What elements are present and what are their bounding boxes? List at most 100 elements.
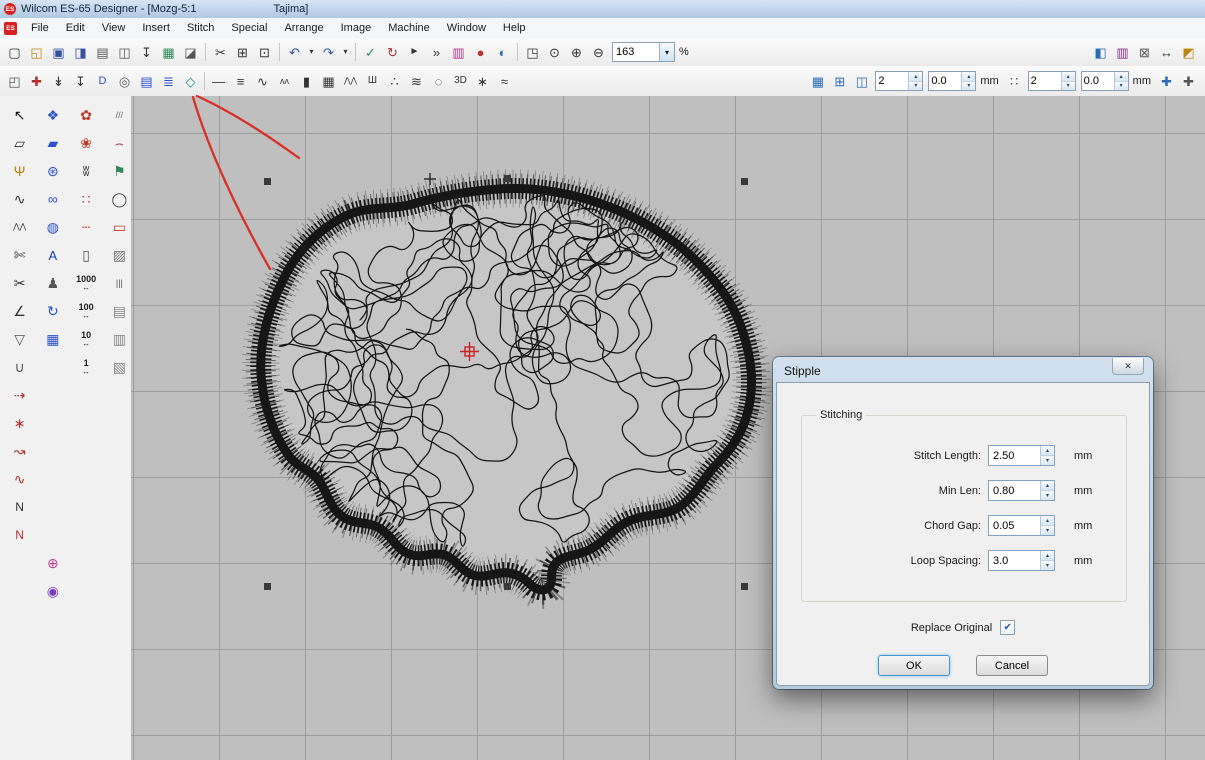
wave-run-tool[interactable]: ∿	[4, 466, 35, 492]
motif-run-stitch-icon[interactable]: ʌʌ	[274, 71, 295, 91]
menu-item-image[interactable]: Image	[333, 19, 380, 37]
contour-stitch-icon[interactable]: ≋	[406, 71, 427, 91]
cancel-button[interactable]: Cancel	[976, 655, 1048, 676]
background-color-icon[interactable]: ◐	[492, 42, 513, 62]
knife-tool[interactable]: ✄	[4, 242, 35, 268]
redo-history-dropdown-icon[interactable]: ▾	[340, 42, 351, 62]
thread-colors-icon[interactable]: ●	[470, 42, 491, 62]
measure-tool[interactable]: ∠	[4, 298, 35, 324]
menu-item-edit[interactable]: Edit	[58, 19, 93, 37]
needle-exit-icon[interactable]: ↧	[70, 71, 91, 91]
show-grid-icon[interactable]: ▦	[807, 71, 828, 91]
menu-item-machine[interactable]: Machine	[380, 19, 438, 37]
dialog-close-button[interactable]: ✕	[1112, 358, 1144, 375]
chord-gap-input[interactable]	[989, 516, 1040, 535]
undo-history-dropdown-icon[interactable]: ▾	[306, 42, 317, 62]
new-design-icon[interactable]: ▢	[4, 42, 25, 62]
selection-handle[interactable]	[264, 583, 271, 590]
wave-fill-icon[interactable]: ≈	[494, 71, 515, 91]
double-run-tool[interactable]: ∞	[37, 186, 68, 212]
motif-fill-icon[interactable]: ∴	[384, 71, 405, 91]
zoom-dropdown-icon[interactable]: ▾	[659, 43, 674, 61]
tatami-fill-icon[interactable]: ▦	[318, 71, 339, 91]
grid-columns-spin-down[interactable]: ▾	[909, 81, 922, 91]
overlap-check-icon[interactable]: ⊠	[1134, 42, 1155, 62]
red-node-tool[interactable]: N	[4, 522, 35, 548]
grid-columns-spin-up[interactable]: ▴	[909, 72, 922, 81]
column-shape-tool[interactable]: ▯	[71, 242, 102, 268]
grid-columns-spin[interactable]: ▴▾	[875, 71, 923, 91]
curve-node-tool[interactable]: N	[4, 494, 35, 520]
zoom-1-tool[interactable]: 1↔	[71, 354, 102, 380]
lettering-tool[interactable]: A	[37, 242, 68, 268]
open-design-icon[interactable]: ◱	[26, 42, 47, 62]
zoom-1-1-icon[interactable]: ⊙	[544, 42, 565, 62]
bean-run-tool[interactable]: ┄	[71, 214, 102, 240]
letter-d-icon[interactable]: D	[92, 71, 113, 91]
satin-stitch-icon[interactable]: ▮	[296, 71, 317, 91]
min-len-spinbox[interactable]: ▴▾	[988, 480, 1055, 501]
selection-handle[interactable]	[264, 178, 271, 185]
insert-design-icon[interactable]: ◪	[180, 42, 201, 62]
menu-item-file[interactable]: File	[23, 19, 57, 37]
target-point-tool[interactable]: ◉	[37, 578, 68, 604]
stitch-length-spin-up[interactable]: ▴	[1041, 446, 1054, 455]
min-len-spin-up[interactable]: ▴	[1041, 481, 1054, 490]
polygon-select-tool[interactable]: ▱	[4, 130, 35, 156]
dotted-run-tool[interactable]: ⇢	[4, 382, 35, 408]
elastic-lettering-tool[interactable]: ∪	[4, 354, 35, 380]
stitch-length-input[interactable]	[989, 446, 1040, 465]
grid-size-spin-input[interactable]	[929, 75, 961, 87]
zigzag-run-tool[interactable]: ∿	[4, 186, 35, 212]
selection-handle[interactable]	[741, 178, 748, 185]
pan-tool-icon[interactable]: ✚	[1156, 71, 1177, 91]
add-hole-tool[interactable]: ⊕	[37, 550, 68, 576]
min-len-spin-down[interactable]: ▾	[1041, 490, 1054, 500]
menu-item-special[interactable]: Special	[223, 19, 275, 37]
needle-entry-icon[interactable]: ↡	[48, 71, 69, 91]
triple-run-icon[interactable]: ≡	[230, 71, 251, 91]
object-list-icon[interactable]: ▤	[136, 71, 157, 91]
min-len-input[interactable]	[989, 481, 1040, 500]
design-library-icon[interactable]: ◩	[1178, 42, 1199, 62]
loop-spacing-spinbox[interactable]: ▴▾	[988, 550, 1055, 571]
3d-warp-icon[interactable]: 3D	[450, 71, 471, 91]
hoop-margin-spin[interactable]: ▴▾	[1028, 71, 1076, 91]
regenerate-icon[interactable]: ↻	[382, 42, 403, 62]
flower-fill-tool[interactable]: ✿	[71, 102, 102, 128]
hoop-offset-spin[interactable]: ▴▾	[1081, 71, 1129, 91]
zoom-100-tool[interactable]: 100↔	[71, 298, 102, 324]
export-machine-file-icon[interactable]: ↧	[136, 42, 157, 62]
stitch-angle-icon[interactable]: ✚	[26, 71, 47, 91]
closed-shape-tool[interactable]: ▰	[37, 130, 68, 156]
menu-item-help[interactable]: Help	[495, 19, 534, 37]
hoop-offset-spin-up[interactable]: ▴	[1115, 72, 1128, 81]
copy-icon[interactable]: ⊞	[232, 42, 253, 62]
save-all-icon[interactable]: ◨	[70, 42, 91, 62]
simplify-object-icon[interactable]: ◇	[180, 71, 201, 91]
menu-item-stitch[interactable]: Stitch	[179, 19, 223, 37]
grid-reference-icon[interactable]: ◫	[851, 71, 872, 91]
mitre-tool[interactable]: ▽	[4, 326, 35, 352]
star-stitch-icon[interactable]: ∗	[472, 71, 493, 91]
snap-to-grid-icon[interactable]: ⊞	[829, 71, 850, 91]
globe-fill-tool[interactable]: ⊛	[37, 158, 68, 184]
zigzag-stitch-icon[interactable]: ⋀⋀	[340, 71, 361, 91]
hoop-offset-spin-input[interactable]	[1082, 75, 1114, 87]
print-preview-icon[interactable]: ◫	[114, 42, 135, 62]
stipple-run-icon[interactable]: ≣	[158, 71, 179, 91]
stitch-angle-tool[interactable]: ⋀⋀	[4, 214, 35, 240]
menu-item-arrange[interactable]: Arrange	[276, 19, 331, 37]
selection-handle[interactable]	[504, 583, 511, 590]
menu-item-view[interactable]: View	[94, 19, 134, 37]
spiral-fill-icon[interactable]: ◌	[428, 71, 449, 91]
branching-tool[interactable]: Ψ	[4, 158, 35, 184]
jagged-run-tool[interactable]: ↝	[4, 438, 35, 464]
loop-spacing-spin-down[interactable]: ▾	[1041, 560, 1054, 570]
stitch-length-spin-down[interactable]: ▾	[1041, 455, 1054, 465]
color-film-icon[interactable]: ▥	[448, 42, 469, 62]
menu-item-window[interactable]: Window	[439, 19, 494, 37]
daisy-motif-tool[interactable]: ❀	[71, 130, 102, 156]
slow-redraw-icon[interactable]: ►	[404, 42, 425, 62]
single-run-icon[interactable]: —	[208, 71, 229, 91]
